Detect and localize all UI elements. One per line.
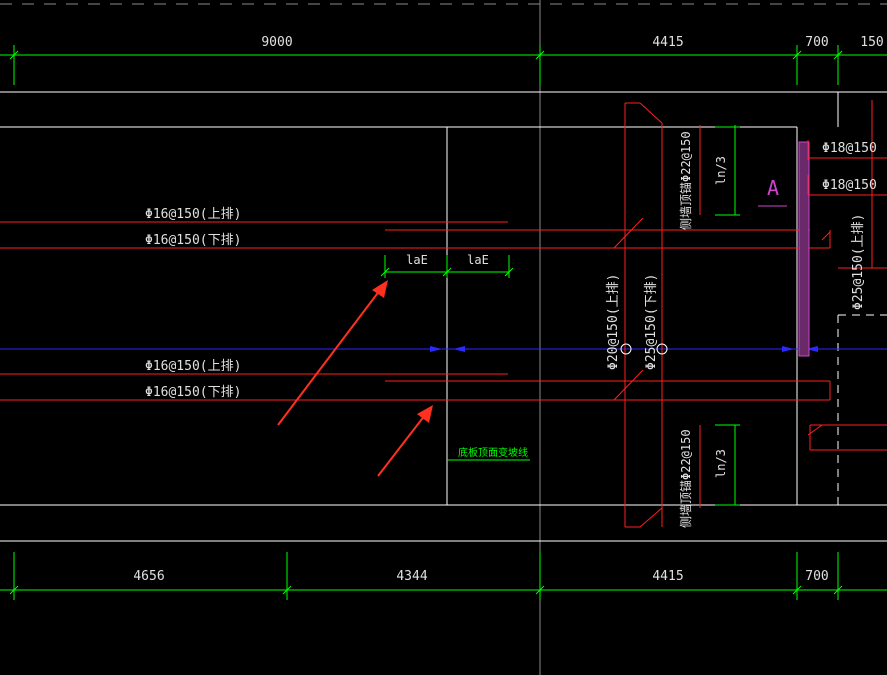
lae-label-right: laE: [467, 253, 489, 267]
rebar-label-right-vertical: Φ25@150(上排): [851, 214, 866, 310]
side-anchor-label-top: 侧墙顶锚Φ22@150: [678, 131, 693, 230]
blue-arrowhead-1: [430, 346, 442, 352]
rebar-label-left-lower-bottom: Φ16@150(下排): [145, 385, 241, 400]
red-arrowhead-2: [417, 405, 433, 423]
blue-arrowhead-2: [453, 346, 465, 352]
rebar-label-left-lower-top: Φ16@150(上排): [145, 359, 241, 374]
dimension-bottom-4656: 4656: [133, 569, 164, 584]
rebar-label-center-top: Φ20@150(上排): [606, 274, 621, 370]
dimension-top-4415: 4415: [652, 35, 683, 50]
dimension-top-700: 700: [805, 35, 828, 50]
rebar-label-left-upper-top: Φ16@150(上排): [145, 207, 241, 222]
dimension-top-150: 150: [860, 35, 883, 50]
section-mark-a: A: [767, 176, 779, 200]
dashed-outline-right: [837, 314, 887, 505]
red-annotation-arrows: [277, 280, 433, 477]
dimension-top-9000: 9000: [261, 35, 292, 50]
rebar-label-right-top-1: Φ18@150: [822, 141, 877, 156]
red-arrowhead-1: [372, 280, 388, 298]
dimension-bottom-700: 700: [805, 569, 828, 584]
rebar-lines-left: [0, 221, 831, 401]
cad-drawing-canvas: 9000 4415 700 150 Φ16@150(上排) Φ16@150(下排…: [0, 0, 887, 675]
top-dimension-chain: [0, 45, 887, 85]
dimension-bottom-4344: 4344: [396, 569, 427, 584]
blue-arrowhead-3: [782, 346, 794, 352]
dimension-bottom-4415: 4415: [652, 569, 683, 584]
ln3-label-top: ln/3: [714, 156, 728, 185]
side-anchor-label-bottom: 侧墙顶锚Φ22@150: [678, 429, 693, 528]
section-hatch: [798, 141, 810, 357]
rebar-label-center-bottom: Φ25@150(下排): [644, 274, 659, 370]
lae-label-left: laE: [406, 253, 428, 267]
ln3-label-bottom: ln/3: [714, 449, 728, 478]
rebar-label-left-upper-bottom: Φ16@150(下排): [145, 233, 241, 248]
structure-outline: [0, 91, 887, 542]
note-green-label: 底板顶面变坡线: [458, 446, 528, 459]
lae-dimension: [380, 255, 514, 278]
rebar-label-right-top-2: Φ18@150: [822, 178, 877, 193]
